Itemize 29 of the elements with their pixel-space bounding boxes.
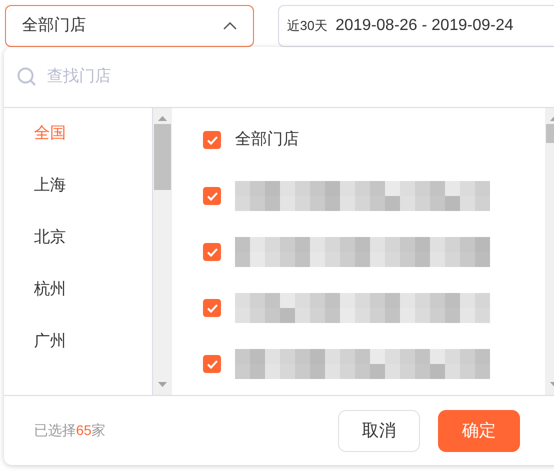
search-icon xyxy=(17,67,37,87)
checkbox[interactable] xyxy=(203,131,221,149)
checkbox[interactable] xyxy=(203,355,221,373)
checkbox[interactable] xyxy=(203,299,221,317)
selected-count: 已选择65家 xyxy=(34,421,106,440)
search-field[interactable]: 查找门店 xyxy=(47,65,554,89)
select-value: 全部门店 xyxy=(22,16,86,36)
chevron-icon xyxy=(223,22,237,30)
scroll-up-icon[interactable] xyxy=(158,116,167,121)
scrollbar[interactable] xyxy=(153,108,172,395)
cancel-button[interactable]: 取消 xyxy=(338,410,420,452)
checkbox[interactable] xyxy=(203,187,221,205)
date-range-field[interactable]: 近30天 2019-08-26 - 2019-09-24 xyxy=(278,5,554,47)
store-select[interactable]: 全部门店 xyxy=(5,5,254,47)
date-range: 2019-08-26 - 2019-09-24 xyxy=(335,16,514,36)
city-item[interactable]: 北京 xyxy=(34,225,152,251)
check-icon xyxy=(206,136,218,144)
check-icon xyxy=(206,304,218,312)
scroll-down-icon[interactable] xyxy=(158,382,167,387)
city-item[interactable]: 上海 xyxy=(34,173,152,199)
date-preset: 近30天 xyxy=(287,17,328,36)
checkbox[interactable] xyxy=(203,243,221,261)
check-icon xyxy=(206,192,218,200)
check-icon xyxy=(206,248,218,256)
scrollbar-thumb[interactable] xyxy=(154,124,171,190)
store-label: 全部门店 xyxy=(235,130,299,150)
check-icon xyxy=(206,360,218,368)
city-item[interactable]: 杭州 xyxy=(34,277,152,303)
city-item[interactable]: 广州 xyxy=(34,329,152,355)
